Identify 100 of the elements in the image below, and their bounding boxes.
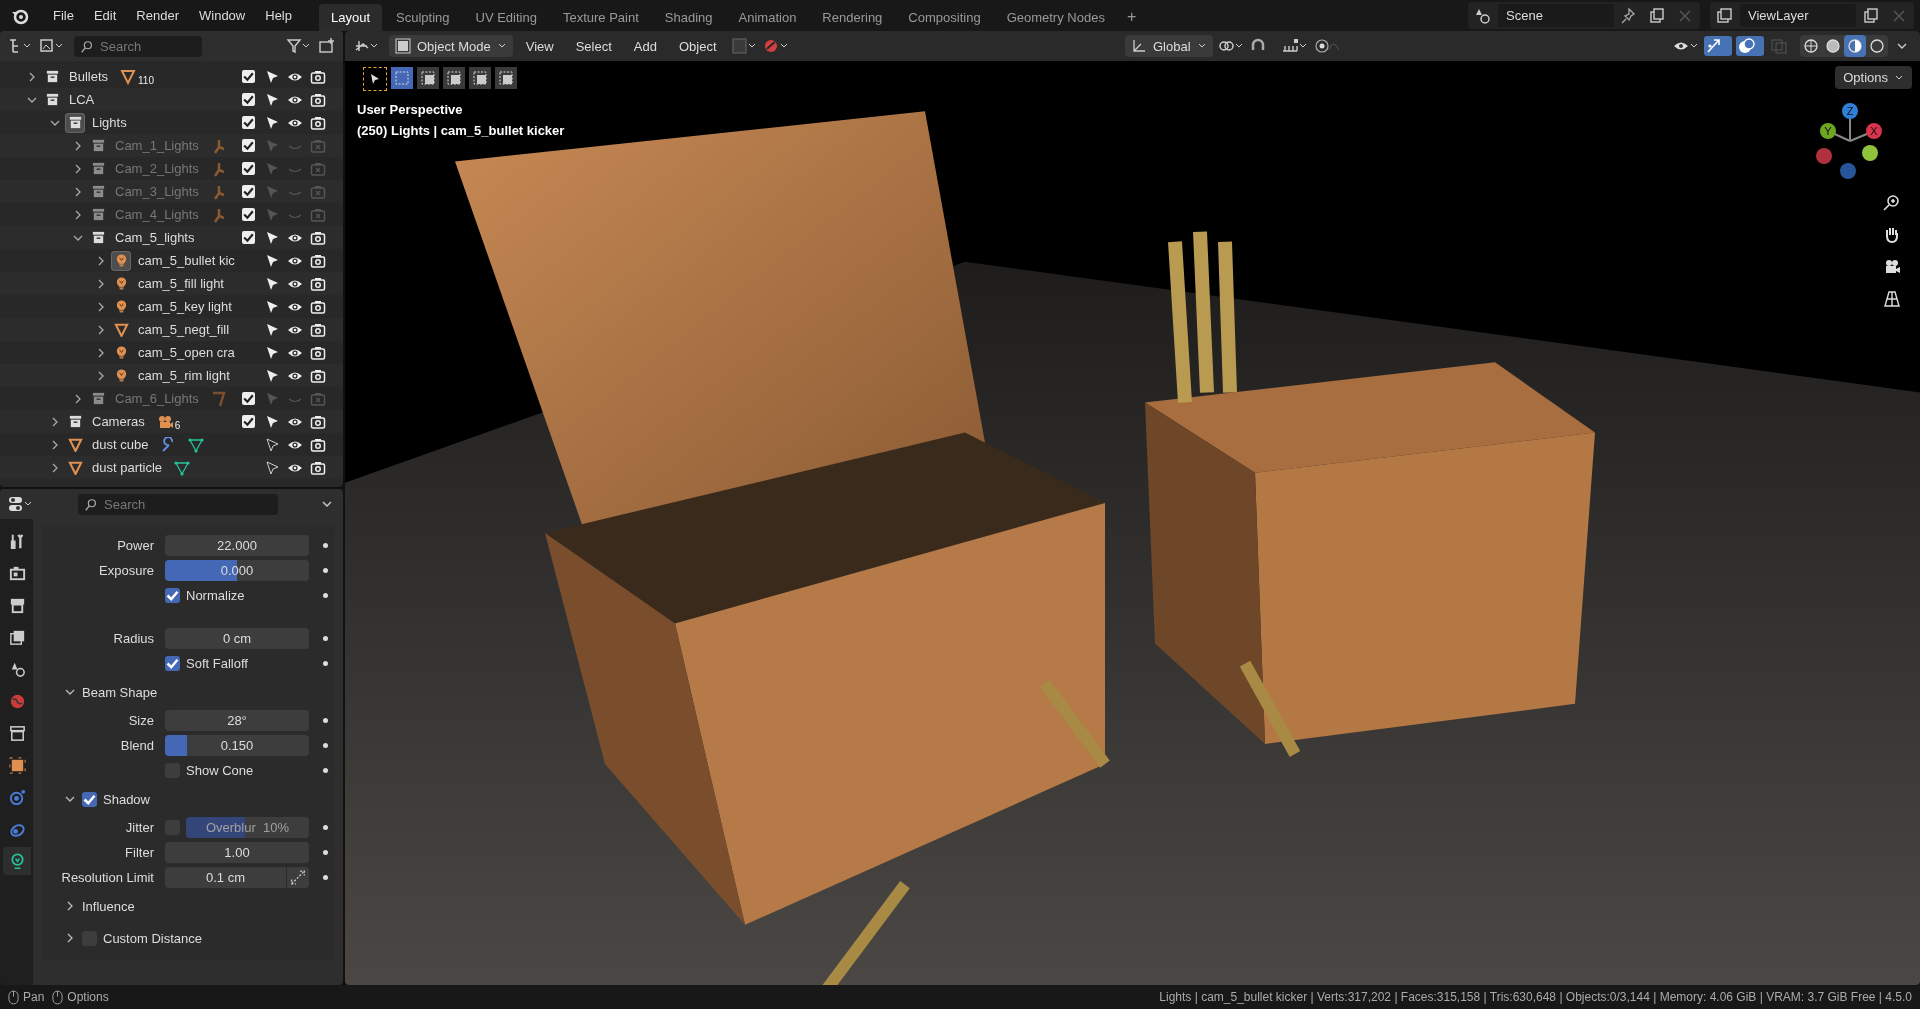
outliner-row[interactable]: cam_5_fill light [0,272,343,295]
keyframe-dot-icon[interactable] [323,875,328,880]
exclude-checkbox[interactable] [242,139,255,152]
grid-icon[interactable] [1882,289,1902,309]
render-camera-icon[interactable] [309,68,326,85]
workspace-tab[interactable]: UV Editing [463,4,549,31]
number-field[interactable]: 22.000 [165,535,309,556]
scene-field[interactable]: Scene [1498,4,1614,27]
outliner-row[interactable]: LCA [0,88,343,111]
render-camera-icon[interactable] [309,367,326,384]
menu-item[interactable]: File [44,4,83,27]
keyframe-dot-icon[interactable] [323,825,328,830]
number-field[interactable]: 0.1 cm [165,867,286,888]
keyframe-dot-icon[interactable] [323,661,328,666]
workspace-tab[interactable]: Shading [652,4,725,31]
exclude-checkbox[interactable] [242,231,255,244]
vertices-badge-icon[interactable] [188,436,205,453]
slider-field[interactable]: 0.000 [165,560,309,581]
panel-header[interactable]: Custom Distance [42,922,335,954]
outliner-row[interactable]: Cameras 6 [0,410,343,433]
render-camera-icon[interactable] [309,91,326,108]
render-camera-icon[interactable] [309,275,326,292]
panel-header[interactable]: Beam Shape [42,676,335,708]
workspace-tab[interactable]: Layout [319,4,383,31]
exclude-checkbox[interactable] [242,415,255,428]
zoom-icon[interactable] [1882,193,1902,213]
keyframe-dot-icon[interactable] [323,850,328,855]
mesh-badge-icon[interactable] [120,68,137,85]
add-workspace-button[interactable]: + [1118,5,1145,31]
overlays-icon[interactable] [1736,36,1764,56]
exclude-checkbox[interactable] [242,70,255,83]
render-camera-icon[interactable] [309,252,326,269]
view-layer-field[interactable]: ViewLayer [1740,4,1856,27]
menu-item[interactable]: Select [566,34,621,58]
render-camera-icon[interactable] [309,321,326,338]
menu-item[interactable]: View [516,34,563,58]
render-camera-icon[interactable] [309,459,326,476]
exclude-checkbox[interactable] [242,208,255,221]
keyframe-dot-icon[interactable] [323,743,328,748]
keyframe-dot-icon[interactable] [323,593,328,598]
outliner-item-name[interactable]: cam_5_rim light [138,368,230,383]
slider-field[interactable]: 0.150 [165,735,309,756]
outliner-item-name[interactable]: dust particle [92,460,163,475]
exclude-checkbox[interactable] [242,185,255,198]
select-arrow-icon[interactable] [263,459,280,476]
selection-mode-button[interactable] [443,67,465,89]
panel-checkbox[interactable] [82,791,97,807]
menu-item[interactable]: Render [127,4,188,27]
workspace-tab[interactable]: Geometry Nodes [994,4,1117,31]
render-camera-icon[interactable] [309,413,326,430]
outliner-item-name[interactable]: LCA [69,92,95,107]
select-arrow-icon[interactable] [263,436,280,453]
outliner-item-name[interactable]: Cameras [92,414,145,429]
outliner-row[interactable]: cam_5_rim light [0,364,343,387]
options-button[interactable]: Options [1835,66,1912,89]
outliner-item-name[interactable]: Bullets [69,69,109,84]
resize-arrows-icon[interactable] [287,867,309,888]
selection-mode-button[interactable] [417,67,439,89]
new-collection-icon[interactable] [317,36,337,56]
vertices-badge-icon[interactable] [174,459,191,476]
selection-mode-button[interactable] [469,67,491,89]
axis-gizmo-drawing[interactable] [1816,103,1882,179]
proportional-edit-icon[interactable] [1312,36,1341,56]
render-camera-icon[interactable] [309,436,326,453]
outliner-item-name[interactable]: cam_5_negt_fill [138,322,230,337]
checkbox-label[interactable]: Normalize [186,588,245,603]
render-camera-icon[interactable] [309,344,326,361]
exclude-checkbox[interactable] [242,93,255,106]
outliner-row[interactable]: cam_5_negt_fill [0,318,343,341]
number-field[interactable]: 28° [165,710,309,731]
shading-sphere-button[interactable] [1844,35,1866,57]
workspace-tab[interactable]: Rendering [810,4,895,31]
workspace-tab[interactable]: Texture Paint [550,4,651,31]
render-camera-icon[interactable] [309,229,326,246]
panel-header[interactable]: Influence [42,890,335,922]
search-field[interactable]: Search [74,35,202,57]
keyframe-dot-icon[interactable] [323,543,328,548]
select-tool-button[interactable] [363,67,387,91]
render-camera-icon[interactable] [309,114,326,131]
outliner-row[interactable]: dust particle [0,456,343,479]
outliner-item-name[interactable]: Cam_5_lights [115,230,195,245]
light-tab[interactable] [3,847,31,875]
mode-dropdown[interactable]: Object Mode [389,35,513,57]
menu-item[interactable]: Add [624,34,666,58]
editor-type-icon[interactable] [6,494,34,514]
outliner-item-name[interactable]: cam_5_key light [138,299,232,314]
outliner-item-name[interactable]: cam_5_open cra [138,345,235,360]
menu-item[interactable]: Edit [84,4,126,27]
selection-mode-button[interactable] [495,67,517,89]
keyframe-dot-icon[interactable] [323,568,328,573]
keyframe-dot-icon[interactable] [323,768,328,773]
checkbox-label[interactable]: Soft Falloff [186,656,248,671]
menu-item[interactable]: Window [190,4,255,27]
exclude-checkbox[interactable] [242,162,255,175]
light-icon[interactable] [111,250,131,271]
panel-header[interactable]: Shadow [42,783,335,815]
workspace-tab[interactable]: Animation [726,4,809,31]
render-camera-icon[interactable] [309,298,326,315]
menu-item[interactable]: Object [669,34,726,58]
collection-icon[interactable] [65,112,85,133]
